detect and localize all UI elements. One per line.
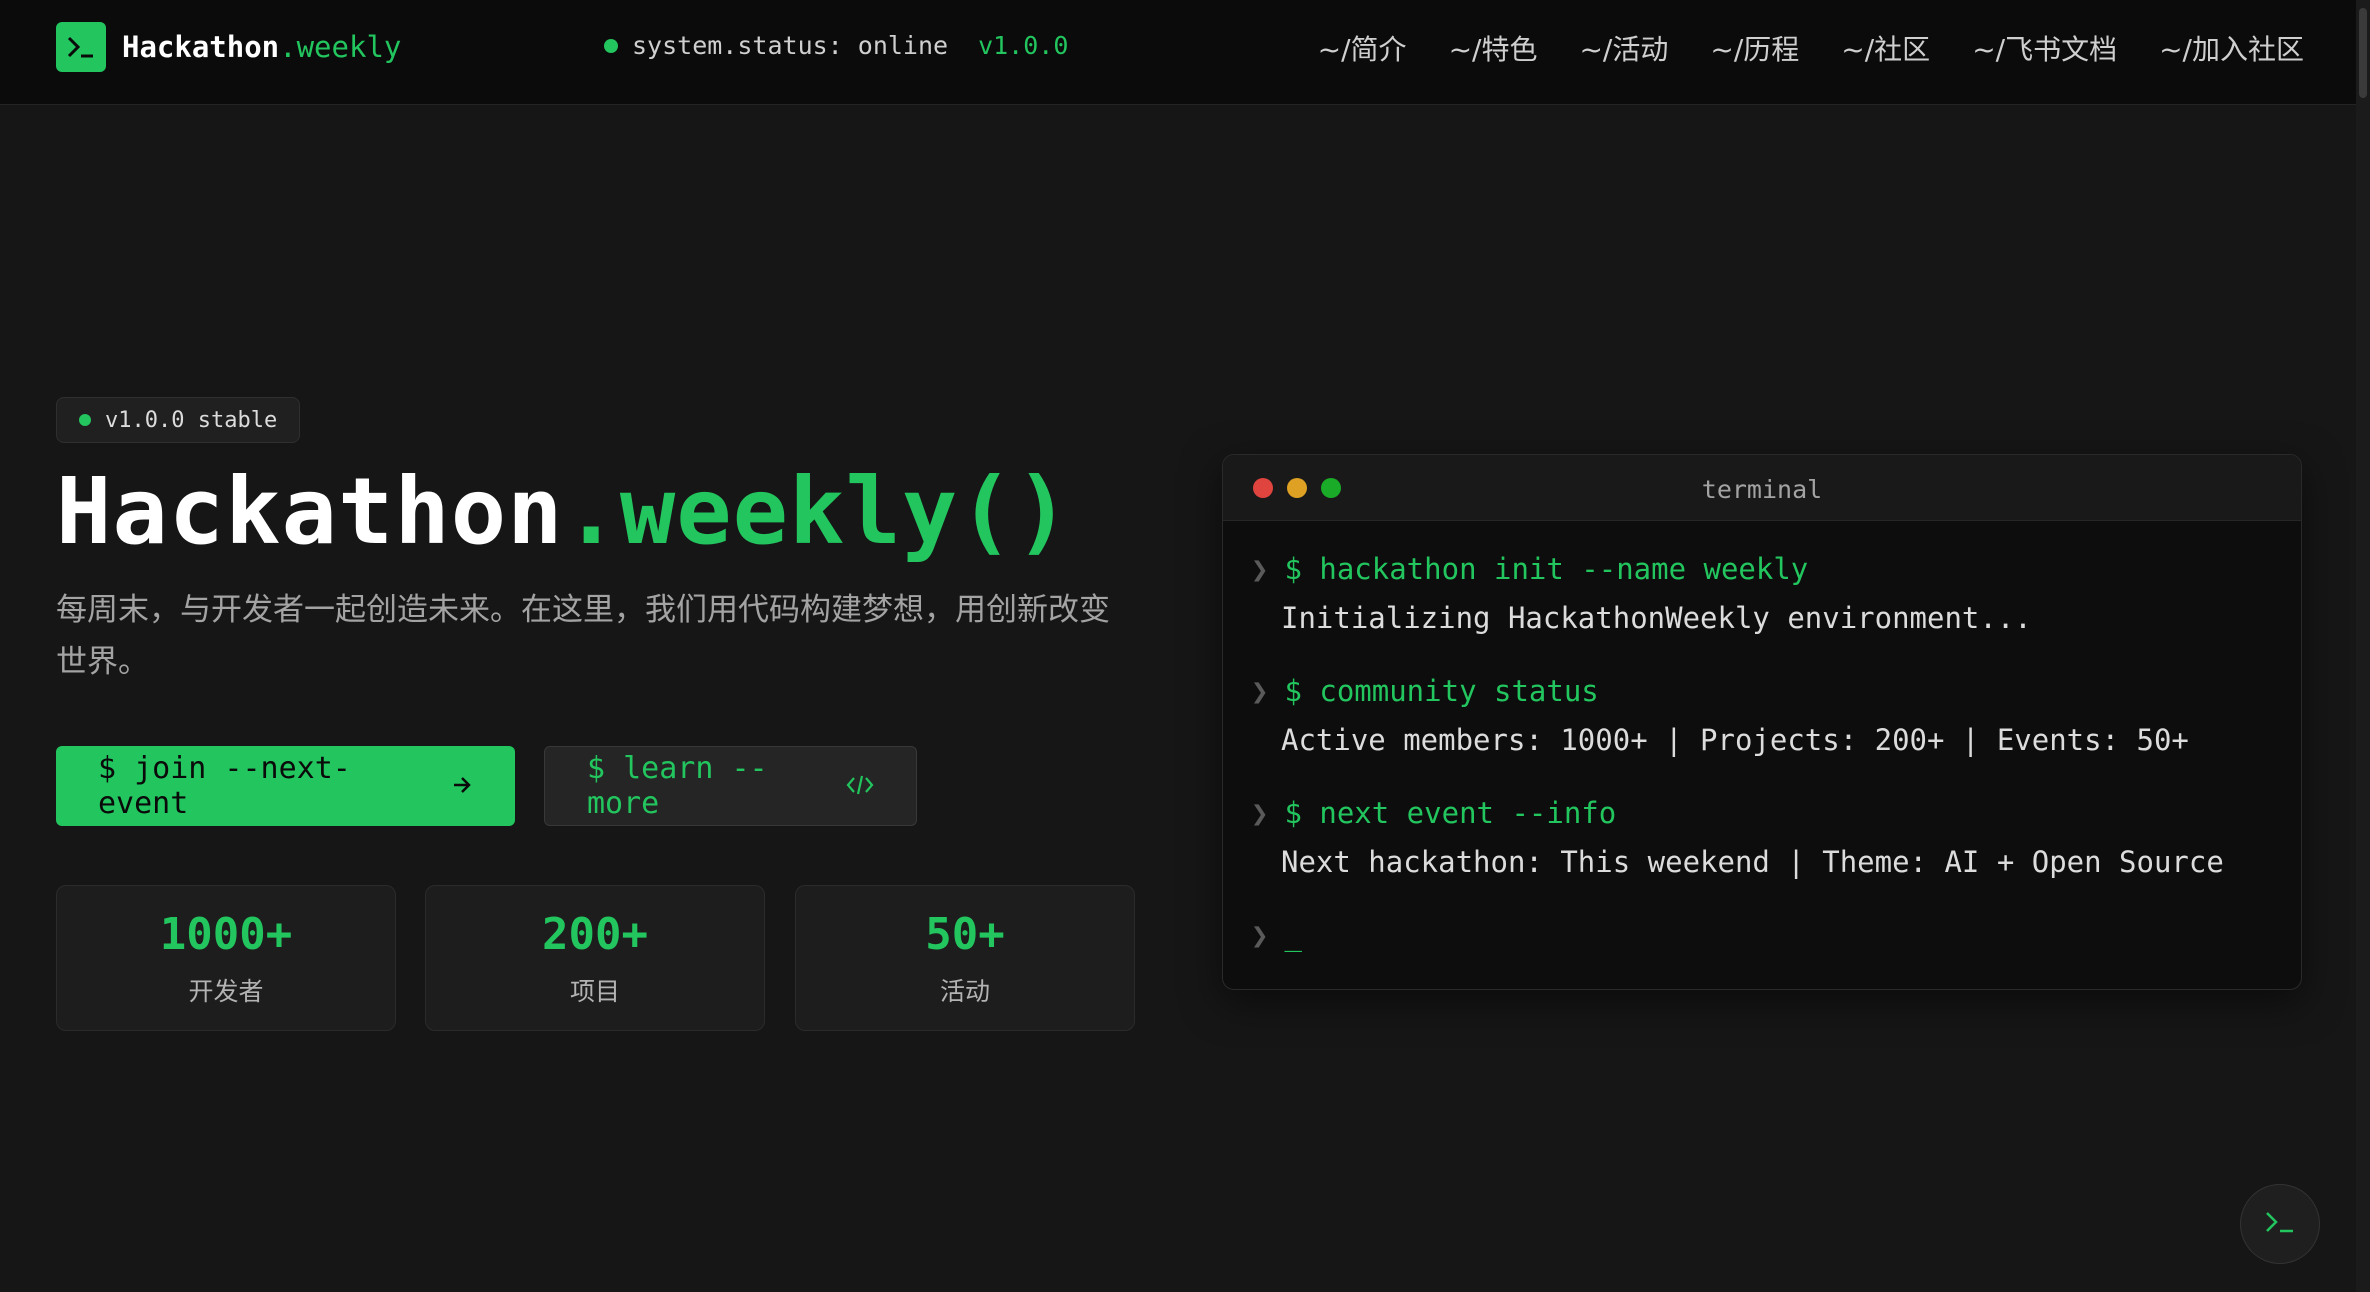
stat-label: 项目 [569,976,620,1006]
hero-description: 每周末，与开发者一起创造未来。在这里，我们用代码构建梦想，用创新改变世界。 [56,592,1110,680]
terminal-window: terminal ❯ $ hackathon init --name weekly… [1222,454,2302,990]
terminal-cursor-line: ❯ _ [1251,911,2273,960]
scrollbar-thumb[interactable] [2359,8,2367,98]
brand[interactable]: Hackathon.weekly [56,22,401,72]
status-dot-icon [604,38,618,53]
terminal-command: $ community status [1284,674,1599,708]
learn-button-label: $ learn --more [587,751,768,821]
nav-features[interactable]: ~/特色 [1449,28,1538,68]
join-next-event-button[interactable]: $ join --next-event [56,746,515,826]
version-badge: v1.0.0 stable [56,397,301,443]
hero-title-main: Hackathon [56,458,564,565]
terminal-command-line: ❯ $ community status [1251,667,2273,716]
stat-value: 200+ [542,908,648,960]
terminal-title-bar: terminal [1223,455,2301,521]
terminal-logo-icon [56,22,106,72]
prompt-icon: ❯ [1251,552,1269,586]
prompt-icon: ❯ [1251,674,1269,708]
hero-title-accent: .weekly() [563,458,1071,565]
terminal-title: terminal [1701,475,1823,504]
version-label: v1.0.0 [978,31,1069,60]
arrow-right-icon [451,769,473,804]
terminal-output: Active members: 1000+ | Projects: 200+ |… [1281,723,2189,757]
page-scrollbar[interactable] [2356,0,2370,1292]
badge-text: v1.0.0 stable [105,407,278,433]
hero-title: Hackathon.weekly() [56,458,1071,565]
badge-dot-icon [79,414,91,426]
nav-intro[interactable]: ~/简介 [1318,28,1407,68]
stat-label: 活动 [939,976,990,1006]
terminal-output: Next hackathon: This weekend | Theme: AI… [1281,845,2224,879]
nav-feishu-docs[interactable]: ~/飞书文档 [1972,28,2117,68]
prompt-icon: ❯ [1251,796,1269,830]
join-button-label: $ join --next-event [98,751,351,821]
nav-history[interactable]: ~/历程 [1710,28,1799,68]
stat-value: 1000+ [159,908,293,960]
nav-join-community[interactable]: ~/加入社区 [2159,28,2304,68]
stat-card-events: 50+ 活动 [795,885,1135,1031]
code-icon [846,769,874,804]
system-status: system.status: online v1.0.0 [604,31,1068,60]
top-nav-bar: Hackathon.weekly system.status: online v… [0,0,2370,105]
terminal-output: Initializing HackathonWeekly environment… [1281,601,2032,635]
brand-name-main: Hackathon [122,30,280,64]
stat-card-developers: 1000+ 开发者 [56,885,396,1031]
stat-card-projects: 200+ 项目 [425,885,765,1031]
terminal-command-line: ❯ $ hackathon init --name weekly [1251,545,2273,594]
status-text: system.status: online [632,31,949,60]
nav-community[interactable]: ~/社区 [1841,28,1930,68]
terminal-command: $ next event --info [1284,796,1617,830]
stat-value: 50+ [925,908,1005,960]
terminal-icon [2263,1208,2297,1240]
prompt-icon: ❯ [1251,918,1269,952]
stat-label: 开发者 [188,976,264,1006]
terminal-command-line: ❯ $ next event --info [1251,789,2273,838]
learn-more-button[interactable]: $ learn --more [544,746,917,826]
main-nav: ~/简介 ~/特色 ~/活动 ~/历程 ~/社区 ~/飞书文档 ~/加入社区 [1318,28,2304,68]
terminal-cursor: _ [1284,918,1302,952]
terminal-command: $ hackathon init --name weekly [1284,552,1809,586]
brand-name-accent: .weekly [279,30,402,64]
terminal-body: ❯ $ hackathon init --name weekly Initiali… [1223,521,2301,984]
nav-events[interactable]: ~/活动 [1579,28,1668,68]
brand-name: Hackathon.weekly [122,30,401,64]
terminal-fab-button[interactable] [2240,1184,2320,1264]
